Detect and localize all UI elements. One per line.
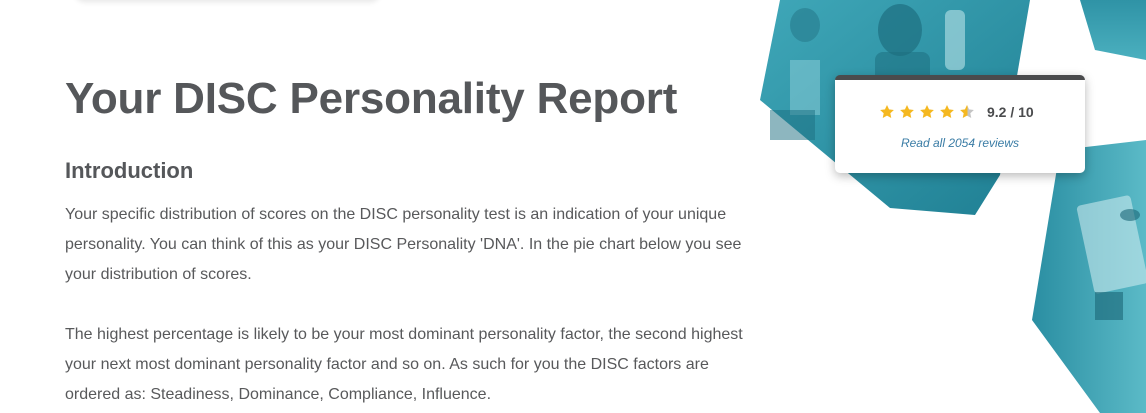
page-title: Your DISC Personality Report <box>65 74 678 123</box>
rating-card: 9.2 / 10 Read all 2054 reviews <box>835 75 1085 173</box>
introduction-heading: Introduction <box>65 158 194 183</box>
star-icon <box>919 104 935 120</box>
introduction-paragraph-2: The highest percentage is likely to be y… <box>65 326 743 403</box>
rating-stars: 9.2 / 10 <box>879 104 1034 120</box>
star-icon <box>879 104 895 120</box>
introduction-paragraph-1: Your specific distribution of scores on … <box>65 206 742 283</box>
rating-score: 9.2 / 10 <box>987 104 1034 120</box>
star-half-icon <box>959 104 975 120</box>
page: Your DISC Personality Report Introductio… <box>0 0 1146 413</box>
star-icon <box>939 104 955 120</box>
collage-photo-top-right <box>1080 0 1146 60</box>
star-icon <box>899 104 915 120</box>
read-reviews-link[interactable]: Read all 2054 reviews <box>835 136 1085 150</box>
